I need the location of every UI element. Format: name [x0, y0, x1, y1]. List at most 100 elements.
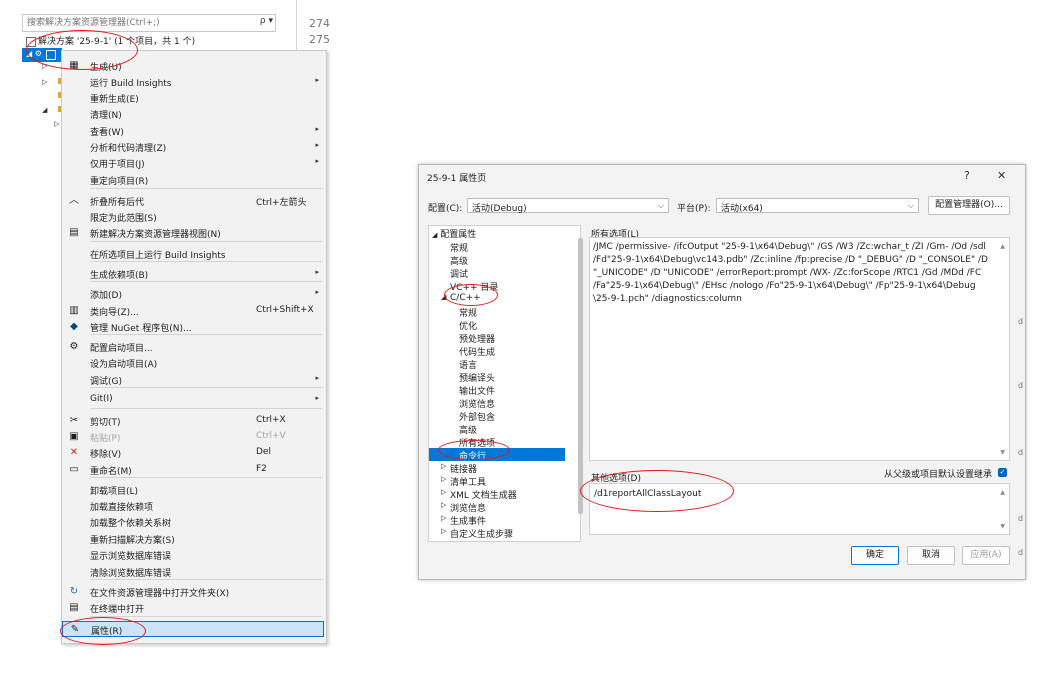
expand-arrow-icon[interactable]: ▷	[42, 78, 47, 86]
menu-item[interactable]: 限定为此范围(S)	[62, 209, 324, 225]
tree-label: 高级	[459, 426, 478, 436]
menu-item[interactable]: 仅用于项目(J) ▸	[62, 155, 324, 171]
menu-item[interactable]: 清除浏览数据库错误	[62, 564, 324, 580]
new-view-icon: ▤	[69, 227, 79, 238]
menu-item-label: 加载整个依赖关系树	[90, 519, 172, 529]
tree-label: XML 文档生成器	[450, 491, 517, 501]
menu-item-label: 在终端中打开	[90, 605, 145, 615]
collapse-arrow-icon[interactable]: ◢	[432, 231, 437, 239]
remove-icon: ✕	[69, 447, 79, 458]
platform-label: 平台(P):	[677, 204, 711, 214]
background-text: d	[1018, 514, 1024, 523]
expand-arrow-icon[interactable]: ▷	[441, 462, 446, 470]
scroll-down-icon[interactable]: ▼	[1000, 523, 1005, 530]
menu-item[interactable]: ▤ 在终端中打开	[62, 600, 324, 616]
expand-arrow-icon[interactable]: ▷	[441, 488, 446, 496]
inherit-checkbox[interactable]: ✓	[998, 468, 1007, 477]
help-button[interactable]: ?	[964, 169, 970, 182]
annotation-circle-solution	[26, 30, 138, 70]
menu-item-label: 移除(V)	[90, 450, 122, 460]
submenu-arrow-icon: ▸	[315, 268, 319, 276]
property-tree[interactable]: ◢ 配置属性 常规 高级 调试 VC++ 目录 ◢ C/C++ 常规 优化 预处理器 代码生成 语言…	[428, 225, 583, 542]
apply-button[interactable]: 应用(A)	[962, 546, 1010, 565]
menu-item[interactable]: 显示浏览数据库错误	[62, 547, 324, 563]
expand-arrow-icon[interactable]: ▷	[441, 527, 446, 535]
search-icon[interactable]: ρ ▾	[260, 16, 273, 26]
menu-item[interactable]: ⚙ 配置启动项目...	[62, 339, 324, 355]
dialog-title: 25-9-1 属性页	[427, 174, 487, 184]
menu-item[interactable]: ◆ 管理 NuGet 程序包(N)...	[62, 319, 324, 335]
platform-value: 活动(x64)	[721, 204, 763, 214]
scroll-up-icon[interactable]: ▲	[1000, 489, 1005, 496]
menu-item[interactable]: 调试(G) ▸	[62, 372, 324, 388]
tree-label: 配置属性	[440, 230, 477, 240]
class-wizard-icon: ▥	[69, 305, 79, 316]
menu-item[interactable]: ▥ 类向导(Z)... Ctrl+Shift+X	[62, 303, 324, 319]
tree-scrollbar[interactable]	[578, 238, 583, 514]
config-manager-button[interactable]: 配置管理器(O)...	[928, 196, 1010, 215]
ok-button[interactable]: 确定	[851, 546, 899, 565]
background-text: d	[1018, 381, 1024, 390]
platform-dropdown[interactable]: 活动(x64) ⌵	[716, 198, 919, 214]
nuget-icon: ◆	[70, 321, 78, 332]
close-button[interactable]: ✕	[997, 169, 1006, 182]
menu-item[interactable]: 添加(D) ▸	[62, 286, 324, 302]
menu-item[interactable]: 运行 Build Insights ▸	[62, 74, 324, 90]
all-options-box[interactable]: /JMC /permissive- /ifcOutput "25-9-1\x64…	[589, 237, 1010, 461]
tree-label: 清单工具	[450, 478, 487, 488]
menu-item-label: 重命名(M)	[90, 467, 132, 477]
expand-arrow-icon[interactable]: ▷	[441, 501, 446, 509]
menu-item[interactable]: ▣ 粘贴(P) Ctrl+V	[62, 429, 324, 445]
solution-search-box[interactable]: ρ ▾	[22, 14, 276, 32]
menu-item[interactable]: ↻ 在文件资源管理器中打开文件夹(X)	[62, 584, 324, 600]
menu-item[interactable]: 加载直接依赖项	[62, 498, 324, 514]
chevron-down-icon: ⌵	[657, 201, 664, 210]
menu-item[interactable]: 重新生成(E)	[62, 90, 324, 106]
cancel-button[interactable]: 取消	[907, 546, 955, 565]
menu-item[interactable]: ✂ 剪切(T) Ctrl+X	[62, 413, 324, 429]
expand-arrow-icon[interactable]: ▷	[54, 120, 59, 128]
menu-item[interactable]: ▤ 新建解决方案资源管理器视图(N)	[62, 225, 324, 241]
collapse-arrow-icon[interactable]: ◢	[42, 106, 47, 114]
expand-arrow-icon[interactable]: ▷	[441, 514, 446, 522]
menu-separator	[90, 616, 322, 617]
tree-label: 常规	[450, 244, 469, 254]
config-label: 配置(C):	[428, 204, 463, 214]
search-input[interactable]	[23, 15, 251, 31]
tree-label: 调试	[450, 270, 469, 280]
property-pages-dialog: 25-9-1 属性页 ? ✕ 配置(C): 活动(Debug) ⌵ 平台(P):…	[418, 164, 1026, 580]
menu-item[interactable]: 清理(N)	[62, 106, 324, 122]
annotation-circle-properties	[60, 617, 146, 645]
scroll-up-icon[interactable]: ▲	[1000, 243, 1005, 250]
menu-item[interactable]: 重定向项目(R)	[62, 172, 324, 188]
background-text: 274	[309, 17, 330, 30]
menu-item-shortcut: Ctrl+V	[256, 431, 286, 441]
menu-item[interactable]: 分析和代码清理(Z) ▸	[62, 139, 324, 155]
menu-item[interactable]: ▭ 重命名(M) F2	[62, 462, 324, 478]
menu-item[interactable]: 设为启动项目(A)	[62, 355, 324, 371]
tree-root-config-properties[interactable]: ◢ 配置属性	[432, 227, 476, 240]
menu-item[interactable]: 加载整个依赖关系树	[62, 514, 324, 530]
menu-item[interactable]: 查看(W) ▸	[62, 123, 324, 139]
collapse-icon: ︿	[69, 195, 79, 206]
menu-item-label: 清理(N)	[90, 111, 122, 121]
menu-item-label: 设为启动项目(A)	[90, 360, 158, 370]
menu-item[interactable]: 卸载项目(L)	[62, 482, 324, 498]
expand-arrow-icon[interactable]: ▷	[441, 475, 446, 483]
menu-item[interactable]: ✕ 移除(V) Del	[62, 445, 324, 461]
config-dropdown[interactable]: 活动(Debug) ⌵	[467, 198, 669, 214]
menu-item[interactable]: 重新扫描解决方案(S)	[62, 531, 324, 547]
menu-item-label: 新建解决方案资源管理器视图(N)	[90, 230, 221, 240]
tree-label: 生成事件	[450, 517, 487, 527]
menu-item-label: 剪切(T)	[90, 418, 121, 428]
menu-item-label: 查看(W)	[90, 128, 124, 138]
menu-item[interactable]: ︿ 折叠所有后代 Ctrl+左箭头	[62, 193, 324, 209]
scroll-down-icon[interactable]: ▼	[1000, 449, 1005, 456]
menu-item[interactable]: 在所选项目上运行 Build Insights	[62, 246, 324, 262]
menu-item-label: 仅用于项目(J)	[90, 160, 145, 170]
menu-item[interactable]: 生成依赖项(B) ▸	[62, 266, 324, 282]
menu-separator	[90, 477, 322, 478]
solution-explorer-panel: ρ ▾ 274 275 解决方案 '25-9-1' (1 个项目，共 1 个) …	[0, 0, 330, 645]
menu-item-label: 在所选项目上运行 Build Insights	[90, 251, 226, 261]
menu-item[interactable]: Git(I) ▸	[62, 392, 324, 408]
